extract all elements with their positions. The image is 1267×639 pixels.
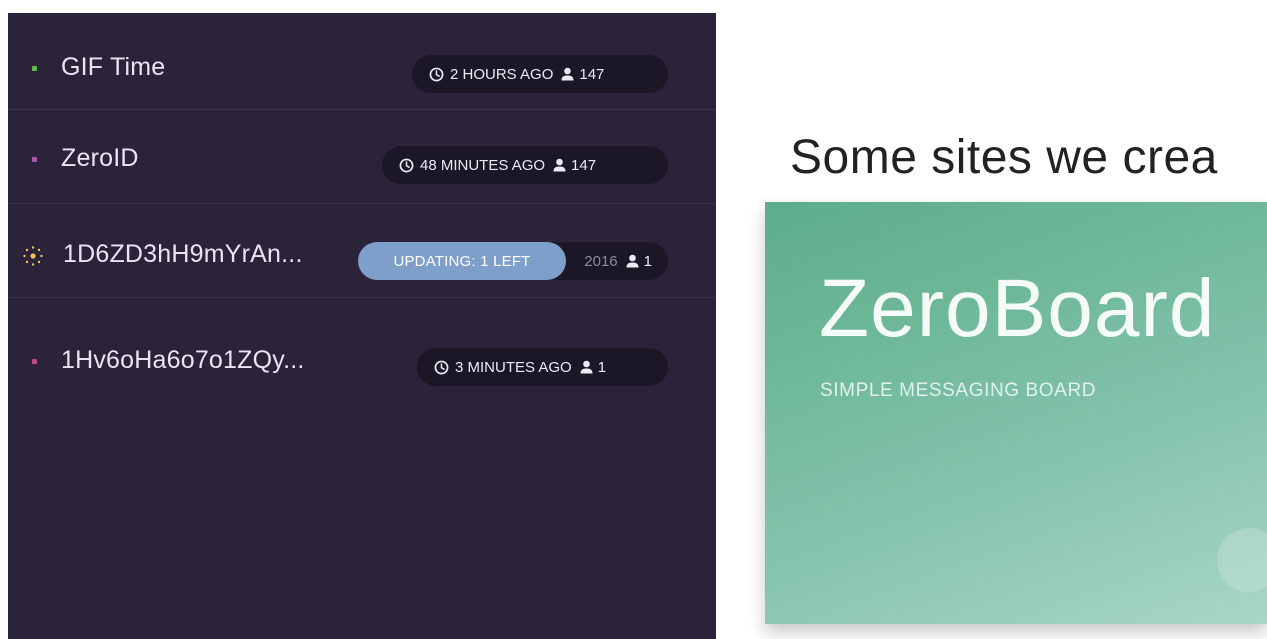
site-title[interactable]: ZeroID bbox=[61, 144, 139, 173]
updating-status-pill: UPDATING: 1 LEFT bbox=[358, 242, 566, 280]
site-title[interactable]: 1D6ZD3hH9mYrAn... bbox=[63, 240, 303, 269]
last-updated-text: 48 MINUTES AGO bbox=[420, 156, 546, 174]
status-dot bbox=[32, 157, 37, 162]
site-info-badge: 2 HOURS AGO 147 bbox=[412, 55, 668, 93]
loading-spinner-icon bbox=[23, 246, 43, 266]
peer-count: 1 bbox=[643, 252, 652, 270]
peer-count: 147 bbox=[579, 65, 605, 83]
peer-count: 147 bbox=[571, 156, 597, 174]
person-icon bbox=[553, 158, 566, 172]
site-title[interactable]: 1Hv6oHa6o7o1ZQy... bbox=[61, 346, 305, 375]
person-icon bbox=[626, 254, 639, 268]
person-icon bbox=[580, 360, 593, 374]
last-updated-text: 2 HOURS AGO bbox=[450, 65, 554, 83]
last-updated-text: 3 MINUTES AGO bbox=[455, 358, 572, 376]
site-info-badge: 48 MINUTES AGO 147 bbox=[382, 146, 668, 184]
clock-icon bbox=[429, 67, 444, 81]
section-heading: Some sites we crea bbox=[790, 131, 1218, 184]
site-list-sidebar: GIF Time 2 HOURS AGO 147 ZeroID 48 MINUT… bbox=[8, 13, 716, 639]
site-row-1hv6o[interactable]: 1Hv6oHa6o7o1ZQy... 3 MINUTES AGO 1 bbox=[8, 298, 716, 392]
site-title[interactable]: GIF Time bbox=[61, 53, 165, 82]
card-action-button[interactable] bbox=[1217, 528, 1267, 592]
app-root: GIF Time 2 HOURS AGO 147 ZeroID 48 MINUT… bbox=[0, 0, 1267, 639]
card-subtitle: SIMPLE MESSAGING BOARD bbox=[820, 380, 1097, 401]
last-updated-text: 2016 bbox=[584, 252, 618, 270]
site-info-badge: 3 MINUTES AGO 1 bbox=[417, 348, 668, 386]
person-icon bbox=[561, 67, 574, 81]
status-dot bbox=[32, 359, 37, 364]
status-dot bbox=[32, 66, 37, 71]
clock-icon bbox=[434, 360, 449, 374]
clock-icon bbox=[399, 158, 414, 172]
site-row-updating[interactable]: 1D6ZD3hH9mYrAn... 2016 1 UPDATING: 1 LEF… bbox=[8, 204, 716, 298]
site-row-zeroid[interactable]: ZeroID 48 MINUTES AGO 147 bbox=[8, 110, 716, 204]
card-title: ZeroBoard bbox=[819, 263, 1216, 354]
peer-count: 1 bbox=[597, 358, 607, 376]
site-row-gif-time[interactable]: GIF Time 2 HOURS AGO 147 bbox=[8, 13, 716, 110]
featured-site-card-zeroboard[interactable]: ZeroBoard SIMPLE MESSAGING BOARD bbox=[765, 202, 1267, 624]
